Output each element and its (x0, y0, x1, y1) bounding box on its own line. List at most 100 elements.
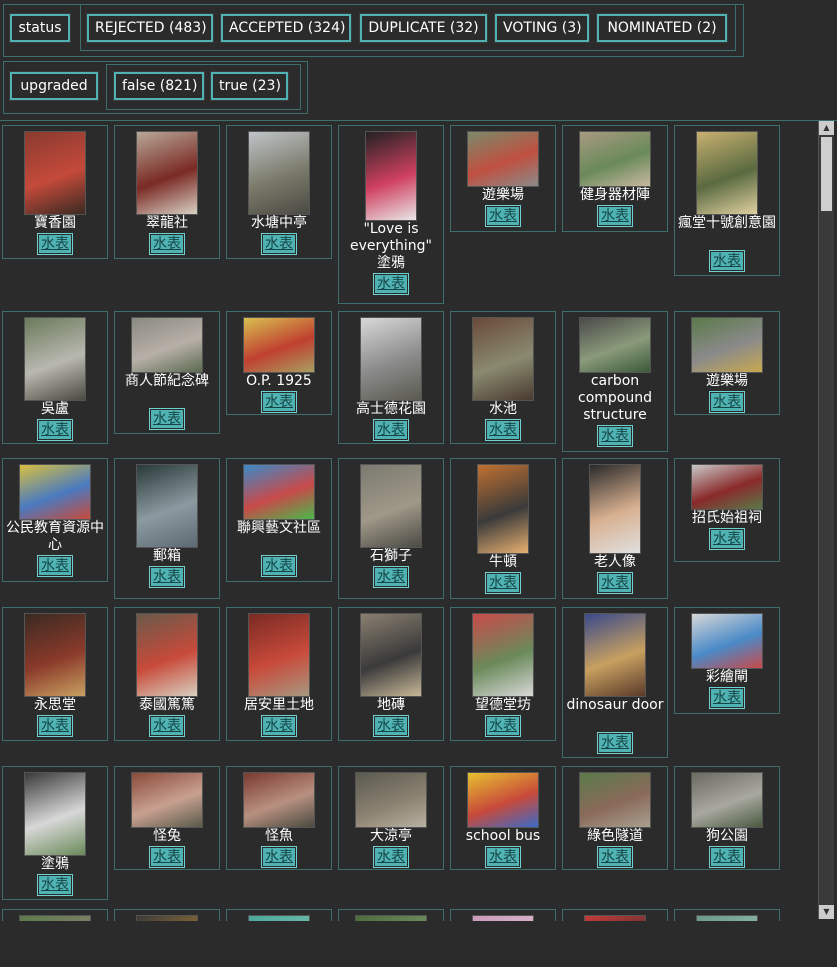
result-thumbnail[interactable] (136, 915, 198, 921)
water-meter-link[interactable]: 水表 (261, 846, 297, 868)
water-meter-link[interactable]: 水表 (37, 233, 73, 255)
water-meter-link[interactable]: 水表 (485, 715, 521, 737)
result-thumbnail[interactable] (136, 131, 198, 215)
result-thumbnail[interactable] (579, 772, 651, 828)
result-card[interactable] (338, 909, 444, 921)
water-meter-link[interactable]: 水表 (261, 555, 297, 577)
water-meter-link[interactable]: 水表 (485, 572, 521, 594)
result-thumbnail[interactable] (136, 613, 198, 697)
result-thumbnail[interactable] (243, 464, 315, 520)
result-card[interactable]: 水池 水表 (450, 311, 556, 444)
result-card[interactable]: 郵箱 水表 (114, 458, 220, 599)
result-card[interactable]: dinosaur door 水表 (562, 607, 668, 758)
result-card[interactable]: 彩繪閘 水表 (674, 607, 780, 714)
result-card[interactable]: 牛頓 水表 (450, 458, 556, 599)
result-thumbnail[interactable] (360, 317, 422, 401)
water-meter-link[interactable]: 水表 (149, 566, 185, 588)
result-card[interactable]: 老人像 水表 (562, 458, 668, 599)
result-card[interactable]: 健身器材陣 水表 (562, 125, 668, 232)
result-thumbnail[interactable] (248, 131, 310, 215)
result-thumbnail[interactable] (24, 613, 86, 697)
water-meter-link[interactable]: 水表 (597, 732, 633, 754)
result-card[interactable] (562, 909, 668, 921)
status-option-voting[interactable]: VOTING (3) (494, 13, 590, 43)
water-meter-link[interactable]: 水表 (373, 419, 409, 441)
upgraded-filter-label[interactable]: upgraded (9, 71, 99, 101)
result-card[interactable]: 居安里土地 水表 (226, 607, 332, 741)
result-card[interactable]: 水塘中亭 水表 (226, 125, 332, 259)
water-meter-link[interactable]: 水表 (373, 273, 409, 295)
scroll-thumb[interactable] (821, 137, 832, 211)
water-meter-link[interactable]: 水表 (261, 715, 297, 737)
result-card[interactable]: 地磚 水表 (338, 607, 444, 741)
water-meter-link[interactable]: 水表 (709, 391, 745, 413)
scroll-up-arrow-icon[interactable]: ▲ (819, 121, 834, 135)
water-meter-link[interactable]: 水表 (37, 419, 73, 441)
result-card[interactable]: 怪兔 水表 (114, 766, 220, 870)
result-card[interactable]: 招氏始祖祠 水表 (674, 458, 780, 562)
water-meter-link[interactable]: 水表 (709, 846, 745, 868)
result-thumbnail[interactable] (691, 772, 763, 828)
result-card[interactable]: 綠色隧道 水表 (562, 766, 668, 870)
result-card[interactable]: 泰國篤篤 水表 (114, 607, 220, 741)
result-card[interactable] (114, 909, 220, 921)
grid-scrollbar[interactable]: ▲ ▼ (818, 121, 834, 919)
status-option-nominated[interactable]: NOMINATED (2) (596, 13, 728, 43)
result-thumbnail[interactable] (136, 464, 198, 548)
result-card[interactable]: 公民教育資源中心 水表 (2, 458, 108, 582)
result-card[interactable]: 大涼亭 水表 (338, 766, 444, 870)
status-filter-label[interactable]: status (9, 13, 71, 43)
water-meter-link[interactable]: 水表 (373, 846, 409, 868)
result-card[interactable]: "Love is everything" 塗鴉 水表 (338, 125, 444, 304)
result-thumbnail[interactable] (24, 772, 86, 856)
result-card[interactable]: 石獅子 水表 (338, 458, 444, 599)
result-card[interactable]: 遊樂場 水表 (674, 311, 780, 415)
result-thumbnail[interactable] (696, 131, 758, 215)
result-thumbnail[interactable] (360, 613, 422, 697)
result-thumbnail[interactable] (248, 613, 310, 697)
result-thumbnail[interactable] (355, 915, 427, 921)
result-thumbnail[interactable] (19, 915, 91, 921)
water-meter-link[interactable]: 水表 (709, 528, 745, 550)
water-meter-link[interactable]: 水表 (149, 233, 185, 255)
water-meter-link[interactable]: 水表 (485, 205, 521, 227)
water-meter-link[interactable]: 水表 (485, 419, 521, 441)
water-meter-link[interactable]: 水表 (261, 391, 297, 413)
result-card[interactable]: 商人節紀念碑 水表 (114, 311, 220, 434)
result-thumbnail[interactable] (691, 613, 763, 669)
water-meter-link[interactable]: 水表 (37, 555, 73, 577)
upgraded-option-true[interactable]: true (23) (210, 71, 289, 101)
result-thumbnail[interactable] (472, 915, 534, 921)
upgraded-option-false[interactable]: false (821) (113, 71, 205, 101)
water-meter-link[interactable]: 水表 (149, 715, 185, 737)
result-thumbnail[interactable] (467, 131, 539, 187)
status-option-rejected[interactable]: REJECTED (483) (86, 13, 214, 43)
result-thumbnail[interactable] (243, 317, 315, 373)
result-thumbnail[interactable] (584, 915, 646, 921)
water-meter-link[interactable]: 水表 (37, 715, 73, 737)
result-card[interactable] (226, 909, 332, 921)
result-card[interactable]: 塗鴉 水表 (2, 766, 108, 900)
result-card[interactable]: 吳盧 水表 (2, 311, 108, 444)
result-thumbnail[interactable] (696, 915, 758, 921)
result-thumbnail[interactable] (243, 772, 315, 828)
result-thumbnail[interactable] (131, 317, 203, 373)
result-thumbnail[interactable] (467, 772, 539, 828)
result-thumbnail[interactable] (131, 772, 203, 828)
result-thumbnail[interactable] (691, 317, 763, 373)
result-thumbnail[interactable] (589, 464, 641, 554)
result-card[interactable]: 聯興藝文社區 水表 (226, 458, 332, 582)
water-meter-link[interactable]: 水表 (709, 687, 745, 709)
water-meter-link[interactable]: 水表 (149, 846, 185, 868)
result-card[interactable]: carbon compound structure 水表 (562, 311, 668, 452)
result-thumbnail[interactable] (477, 464, 529, 554)
water-meter-link[interactable]: 水表 (373, 715, 409, 737)
result-card[interactable]: 遊樂場 水表 (450, 125, 556, 232)
result-thumbnail[interactable] (24, 317, 86, 401)
status-option-duplicate[interactable]: DUPLICATE (32) (359, 13, 488, 43)
water-meter-link[interactable]: 水表 (597, 425, 633, 447)
result-card[interactable]: O.P. 1925 水表 (226, 311, 332, 415)
result-thumbnail[interactable] (365, 131, 417, 221)
result-card[interactable]: 怪魚 水表 (226, 766, 332, 870)
result-card[interactable]: 望德堂坊 水表 (450, 607, 556, 741)
